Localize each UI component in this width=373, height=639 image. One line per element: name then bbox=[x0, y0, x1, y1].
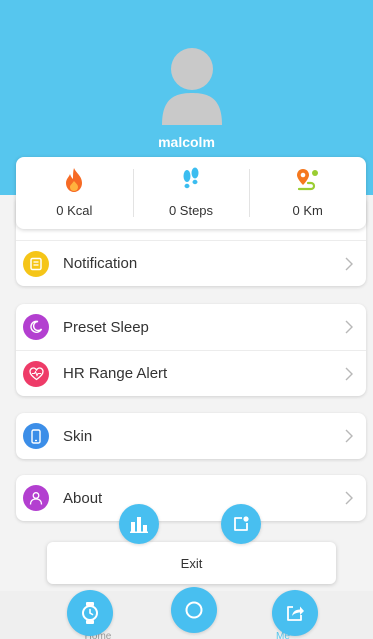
menu-card-health: Preset Sleep HR Range Alert bbox=[16, 304, 366, 396]
tab-center[interactable] bbox=[171, 587, 217, 633]
notification-label: Notification bbox=[63, 255, 138, 272]
circle-icon bbox=[185, 601, 203, 619]
distance-value: 0 Km bbox=[292, 203, 323, 218]
stat-steps: 0 Steps bbox=[132, 157, 250, 229]
chevron-right-icon bbox=[345, 257, 353, 271]
skin-label: Skin bbox=[63, 427, 93, 445]
tab-me[interactable] bbox=[272, 590, 318, 636]
menu-card-about: About bbox=[16, 475, 366, 521]
person-icon bbox=[23, 485, 49, 511]
heart-rate-icon bbox=[23, 360, 49, 387]
calories-value: 0 Kcal bbox=[56, 203, 93, 218]
route-icon bbox=[296, 169, 318, 191]
bar-chart-icon bbox=[130, 517, 148, 533]
flame-icon bbox=[66, 168, 83, 192]
menu-item-skin[interactable]: Skin bbox=[16, 413, 366, 459]
hr-range-alert-label: HR Range Alert bbox=[63, 365, 168, 382]
menu-item-about[interactable]: About bbox=[16, 475, 366, 521]
add-widget-fab[interactable] bbox=[221, 504, 261, 544]
menu-item-preset-sleep[interactable]: Preset Sleep bbox=[16, 304, 366, 350]
statistics-fab[interactable] bbox=[119, 504, 159, 544]
stat-distance: 0 Km bbox=[249, 157, 366, 229]
steps-value: 0 Steps bbox=[168, 203, 214, 218]
stats-card: 0 Kcal 0 Steps 0 Km bbox=[16, 157, 366, 229]
menu-item-notification[interactable]: Notification bbox=[16, 240, 366, 286]
footsteps-icon bbox=[183, 167, 199, 189]
preset-sleep-label: Preset Sleep bbox=[63, 318, 149, 336]
menu-card-skin: Skin bbox=[16, 413, 366, 459]
avatar-icon[interactable] bbox=[160, 47, 224, 125]
moon-icon bbox=[23, 314, 49, 340]
chevron-right-icon bbox=[345, 320, 353, 334]
chevron-right-icon bbox=[345, 429, 353, 443]
about-label: About bbox=[63, 489, 103, 507]
share-icon bbox=[287, 606, 304, 621]
notification-icon bbox=[23, 250, 49, 277]
stat-calories: 0 Kcal bbox=[16, 157, 133, 229]
watch-icon bbox=[82, 602, 98, 624]
add-box-icon bbox=[234, 516, 249, 531]
chevron-right-icon bbox=[345, 367, 353, 381]
tab-home[interactable] bbox=[67, 590, 113, 636]
menu-item-hr-range-alert[interactable]: HR Range Alert bbox=[16, 350, 366, 396]
username: malcolm bbox=[158, 134, 215, 150]
exit-button[interactable]: Exit bbox=[47, 542, 336, 584]
phone-icon bbox=[23, 423, 49, 449]
chevron-right-icon bbox=[345, 491, 353, 505]
